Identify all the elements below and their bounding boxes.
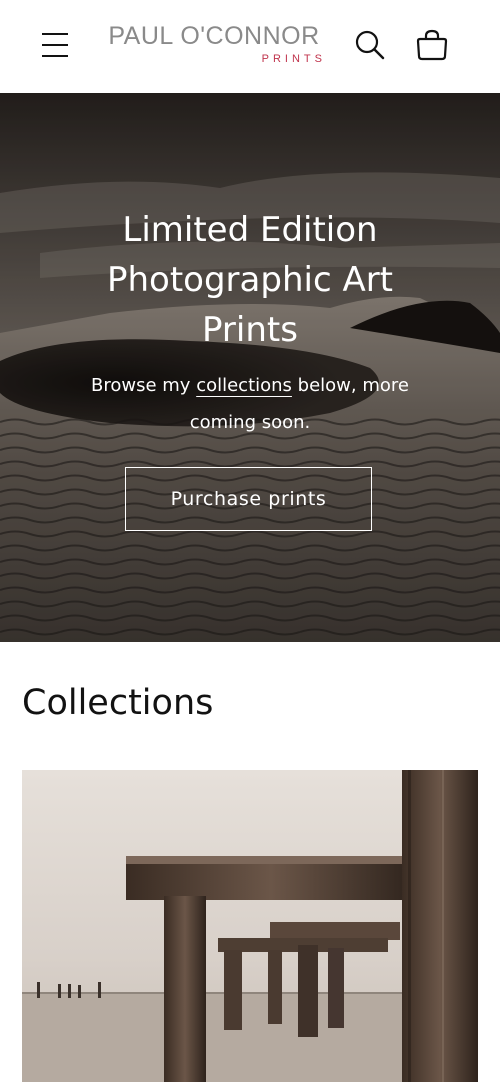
hero-banner: Limited Edition Photographic Art Prints … [0,93,500,642]
hero-subtitle-text: Browse my [91,375,197,396]
logo-name: PAUL O'CONNOR [108,22,320,50]
hero-subtitle-text: below, more [291,375,409,396]
menu-line [42,55,68,57]
hero-title-line: Prints [202,310,298,350]
collection-card-image [22,770,478,1082]
menu-line [42,44,68,46]
hero-title-line: Limited Edition [122,210,378,250]
logo-subtitle: PRINTS [261,53,326,65]
cart-bag-icon[interactable] [414,27,450,63]
site-header: PAUL O'CONNOR PRINTS [0,0,500,93]
hero-subtitle: Browse my collections below, more coming… [40,367,460,441]
menu-line [42,33,68,35]
purchase-prints-button[interactable]: Purchase prints [125,467,372,531]
hamburger-menu-icon[interactable] [38,28,74,64]
site-logo[interactable]: PAUL O'CONNOR PRINTS [98,22,330,70]
hero-title: Limited Edition Photographic Art Prints [40,205,460,355]
search-icon[interactable] [353,28,387,62]
collections-heading: Collections [22,683,214,723]
hero-subtitle-text: coming soon. [189,412,311,433]
collection-card[interactable] [22,770,478,1082]
collections-link[interactable]: collections [196,375,292,396]
hero-title-line: Photographic Art [106,260,394,300]
